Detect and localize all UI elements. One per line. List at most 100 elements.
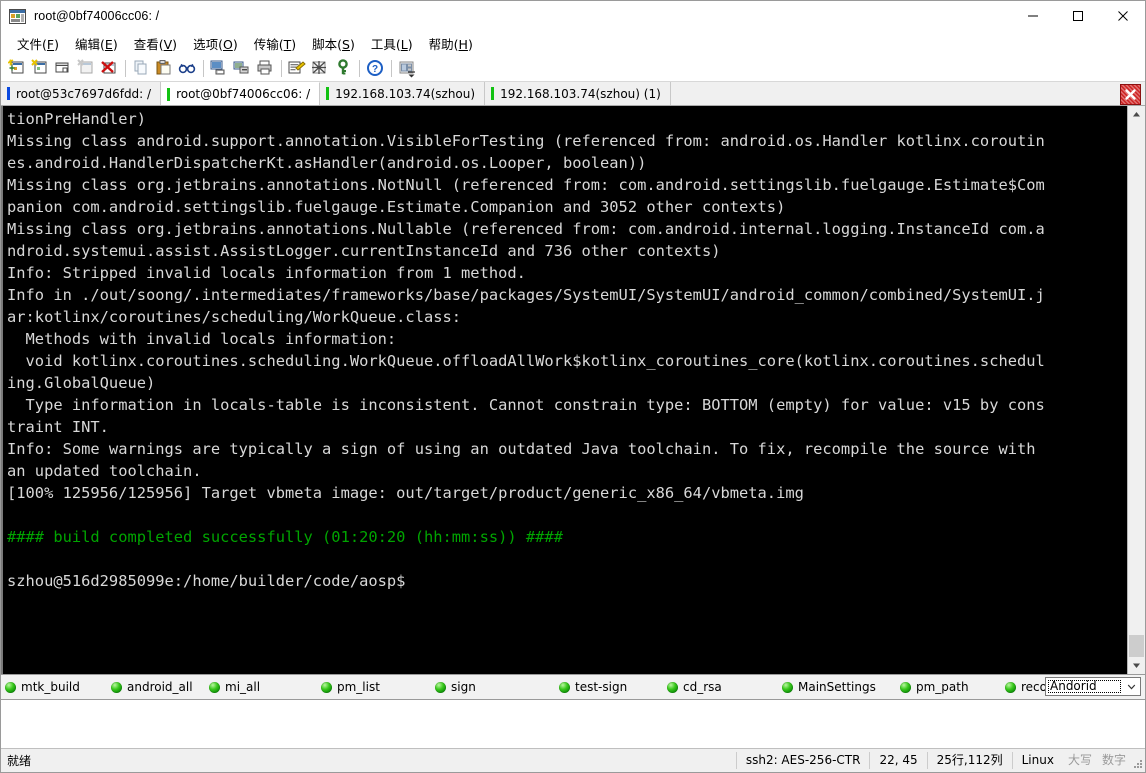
terminal-line: Info in ./out/soong/.intermediates/frame…: [7, 286, 1045, 304]
terminal-line: [100% 125956/125956] Target vbmeta image…: [7, 484, 804, 502]
copy-icon[interactable]: [130, 57, 152, 79]
toolbar-separator: [359, 59, 360, 77]
quick-button-cd_rsa[interactable]: cd_rsa: [663, 676, 778, 698]
status-ready-text: 就绪: [7, 754, 32, 768]
status-led-icon: [111, 681, 122, 693]
scrollbar-thumb[interactable]: [1129, 635, 1144, 657]
tab-192-168-103-74-szhou-1[interactable]: 192.168.103.74(szhou) (1): [485, 82, 671, 105]
terminal-line: szhou@516d2985099e:/home/builder/code/ao…: [7, 572, 406, 590]
menu-edit-label: 编辑: [75, 36, 101, 52]
quick-button-label: pm_path: [916, 680, 969, 694]
paste-icon[interactable]: [153, 57, 175, 79]
window-title: root@0bf74006cc06: /: [34, 9, 160, 23]
status-bar: 就绪 ssh2: AES-256-CTR 22, 45 25行,112列 Lin…: [1, 748, 1145, 772]
tab-192-168-103-74-szhou[interactable]: 192.168.103.74(szhou): [320, 82, 486, 105]
quick-button-test-sign[interactable]: test-sign: [555, 676, 663, 698]
menu-bar: 文件(F) 编辑(E) 查看(V) 选项(O) 传输(T) 脚本(S) 工具(L…: [1, 31, 1145, 55]
tab-label: root@53c7697d6fdd: /: [16, 86, 152, 101]
log-session-icon[interactable]: [231, 57, 253, 79]
quick-button-label: cd_rsa: [683, 680, 722, 694]
menu-options[interactable]: 选项(O): [185, 31, 246, 56]
menu-transfer-label: 传输: [253, 36, 279, 52]
menu-tools-label: 工具: [370, 36, 396, 52]
quick-button-mi_all[interactable]: mi_all: [205, 676, 317, 698]
find-icon[interactable]: [176, 57, 198, 79]
tab-label: 192.168.103.74(szhou) (1): [500, 86, 661, 101]
menu-help-label: 帮助: [428, 36, 454, 52]
quick-button-mtk_build[interactable]: mtk_build: [1, 676, 107, 698]
title-bar: root@0bf74006cc06: /: [1, 1, 1145, 31]
reconnect-icon[interactable]: [75, 57, 97, 79]
tab-root-0bf74006cc06[interactable]: root@0bf74006cc06: /: [161, 82, 321, 105]
quick-button-MainSettings[interactable]: MainSettings: [778, 676, 896, 698]
status-led-icon: [782, 681, 793, 693]
menu-view-label: 查看: [133, 36, 159, 52]
session-options-icon[interactable]: [286, 57, 308, 79]
menu-help[interactable]: 帮助(H): [421, 31, 481, 56]
tab-bar-spacer: [670, 82, 1116, 105]
toolbar-overflow-button[interactable]: [406, 57, 417, 80]
status-cell-numlock: 数字: [1101, 753, 1126, 767]
scrollbar-track[interactable]: [1128, 123, 1145, 657]
terminal-line: Methods with invalid locals information:: [7, 330, 397, 348]
quick-button-label: MainSettings: [798, 680, 876, 694]
button-bar-selector[interactable]: Andorid: [1045, 677, 1141, 696]
status-led-icon: [559, 681, 570, 693]
tab-status-marker: [167, 87, 171, 101]
tab-status-marker: [7, 87, 10, 100]
quick-connect-icon[interactable]: [29, 57, 51, 79]
scroll-up-button[interactable]: [1128, 106, 1145, 123]
toolbar-separator: [391, 59, 392, 77]
quick-button-sign[interactable]: sign: [431, 676, 555, 698]
quick-button-bar: mtk_build android_all mi_all pm_list sig…: [1, 674, 1145, 700]
quick-button-pm_path[interactable]: pm_path: [896, 676, 1001, 698]
terminal-output[interactable]: tionPreHandler) Missing class android.sup…: [1, 106, 1127, 674]
menu-edit[interactable]: 编辑(E): [67, 31, 126, 56]
menu-transfer[interactable]: 传输(T): [246, 31, 304, 56]
menu-file[interactable]: 文件(F): [9, 31, 67, 56]
terminal-line: Missing class android.support.annotation…: [7, 132, 1045, 150]
quick-button-label: test-sign: [575, 680, 628, 694]
svg-text:?: ?: [372, 64, 378, 75]
disconnect-icon[interactable]: [98, 57, 120, 79]
scroll-down-button[interactable]: [1128, 657, 1145, 674]
terminal-line: Info: Stripped invalid locals informatio…: [7, 264, 526, 282]
tab-label: root@0bf74006cc06: /: [176, 87, 311, 101]
global-options-icon[interactable]: [309, 57, 331, 79]
quick-button-label: mtk_build: [21, 680, 80, 694]
print-icon[interactable]: [254, 57, 276, 79]
key-icon[interactable]: [332, 57, 354, 79]
menu-script[interactable]: 脚本(S): [304, 31, 363, 56]
window-controls: [1010, 1, 1145, 31]
terminal-line: ing.GlobalQueue): [7, 374, 156, 392]
status-cell-capslock: 大写: [1067, 753, 1092, 767]
menu-edit-accel: E: [104, 36, 113, 52]
terminal-line: traint INT.: [7, 418, 109, 436]
tab-root-53c7697d6fdd[interactable]: root@53c7697d6fdd: /: [1, 82, 162, 105]
terminal-line: Info: Some warnings are typically a sign…: [7, 440, 1036, 458]
print-screen-icon[interactable]: [208, 57, 230, 79]
quick-button-pm_list[interactable]: pm_list: [317, 676, 431, 698]
tab-close-button[interactable]: [1120, 83, 1141, 105]
tab-status-marker: [491, 87, 495, 100]
new-session-icon[interactable]: [6, 57, 28, 79]
tab-label: 192.168.103.74(szhou): [335, 86, 476, 101]
terminal-line: Type information in locals-table is inco…: [7, 396, 1045, 414]
menu-tools-accel: L: [400, 36, 408, 52]
quick-button-android_all[interactable]: android_all: [107, 676, 205, 698]
close-button[interactable]: [1100, 1, 1145, 31]
menu-tools[interactable]: 工具(L): [363, 31, 421, 56]
chevron-down-icon[interactable]: [1123, 678, 1140, 695]
terminal-scrollbar[interactable]: [1127, 106, 1145, 674]
maximize-button[interactable]: [1055, 1, 1100, 31]
resize-grip[interactable]: [1131, 758, 1143, 770]
quick-button-label: sign: [451, 680, 476, 694]
help-icon[interactable]: ?: [364, 57, 386, 79]
clone-session-icon[interactable]: [52, 57, 74, 79]
button-bar-selector-value: Andorid: [1047, 679, 1122, 694]
minimize-button[interactable]: [1010, 1, 1055, 31]
status-led-icon: [900, 681, 911, 693]
tab-status-marker: [326, 87, 330, 100]
menu-view[interactable]: 查看(V): [126, 31, 185, 56]
